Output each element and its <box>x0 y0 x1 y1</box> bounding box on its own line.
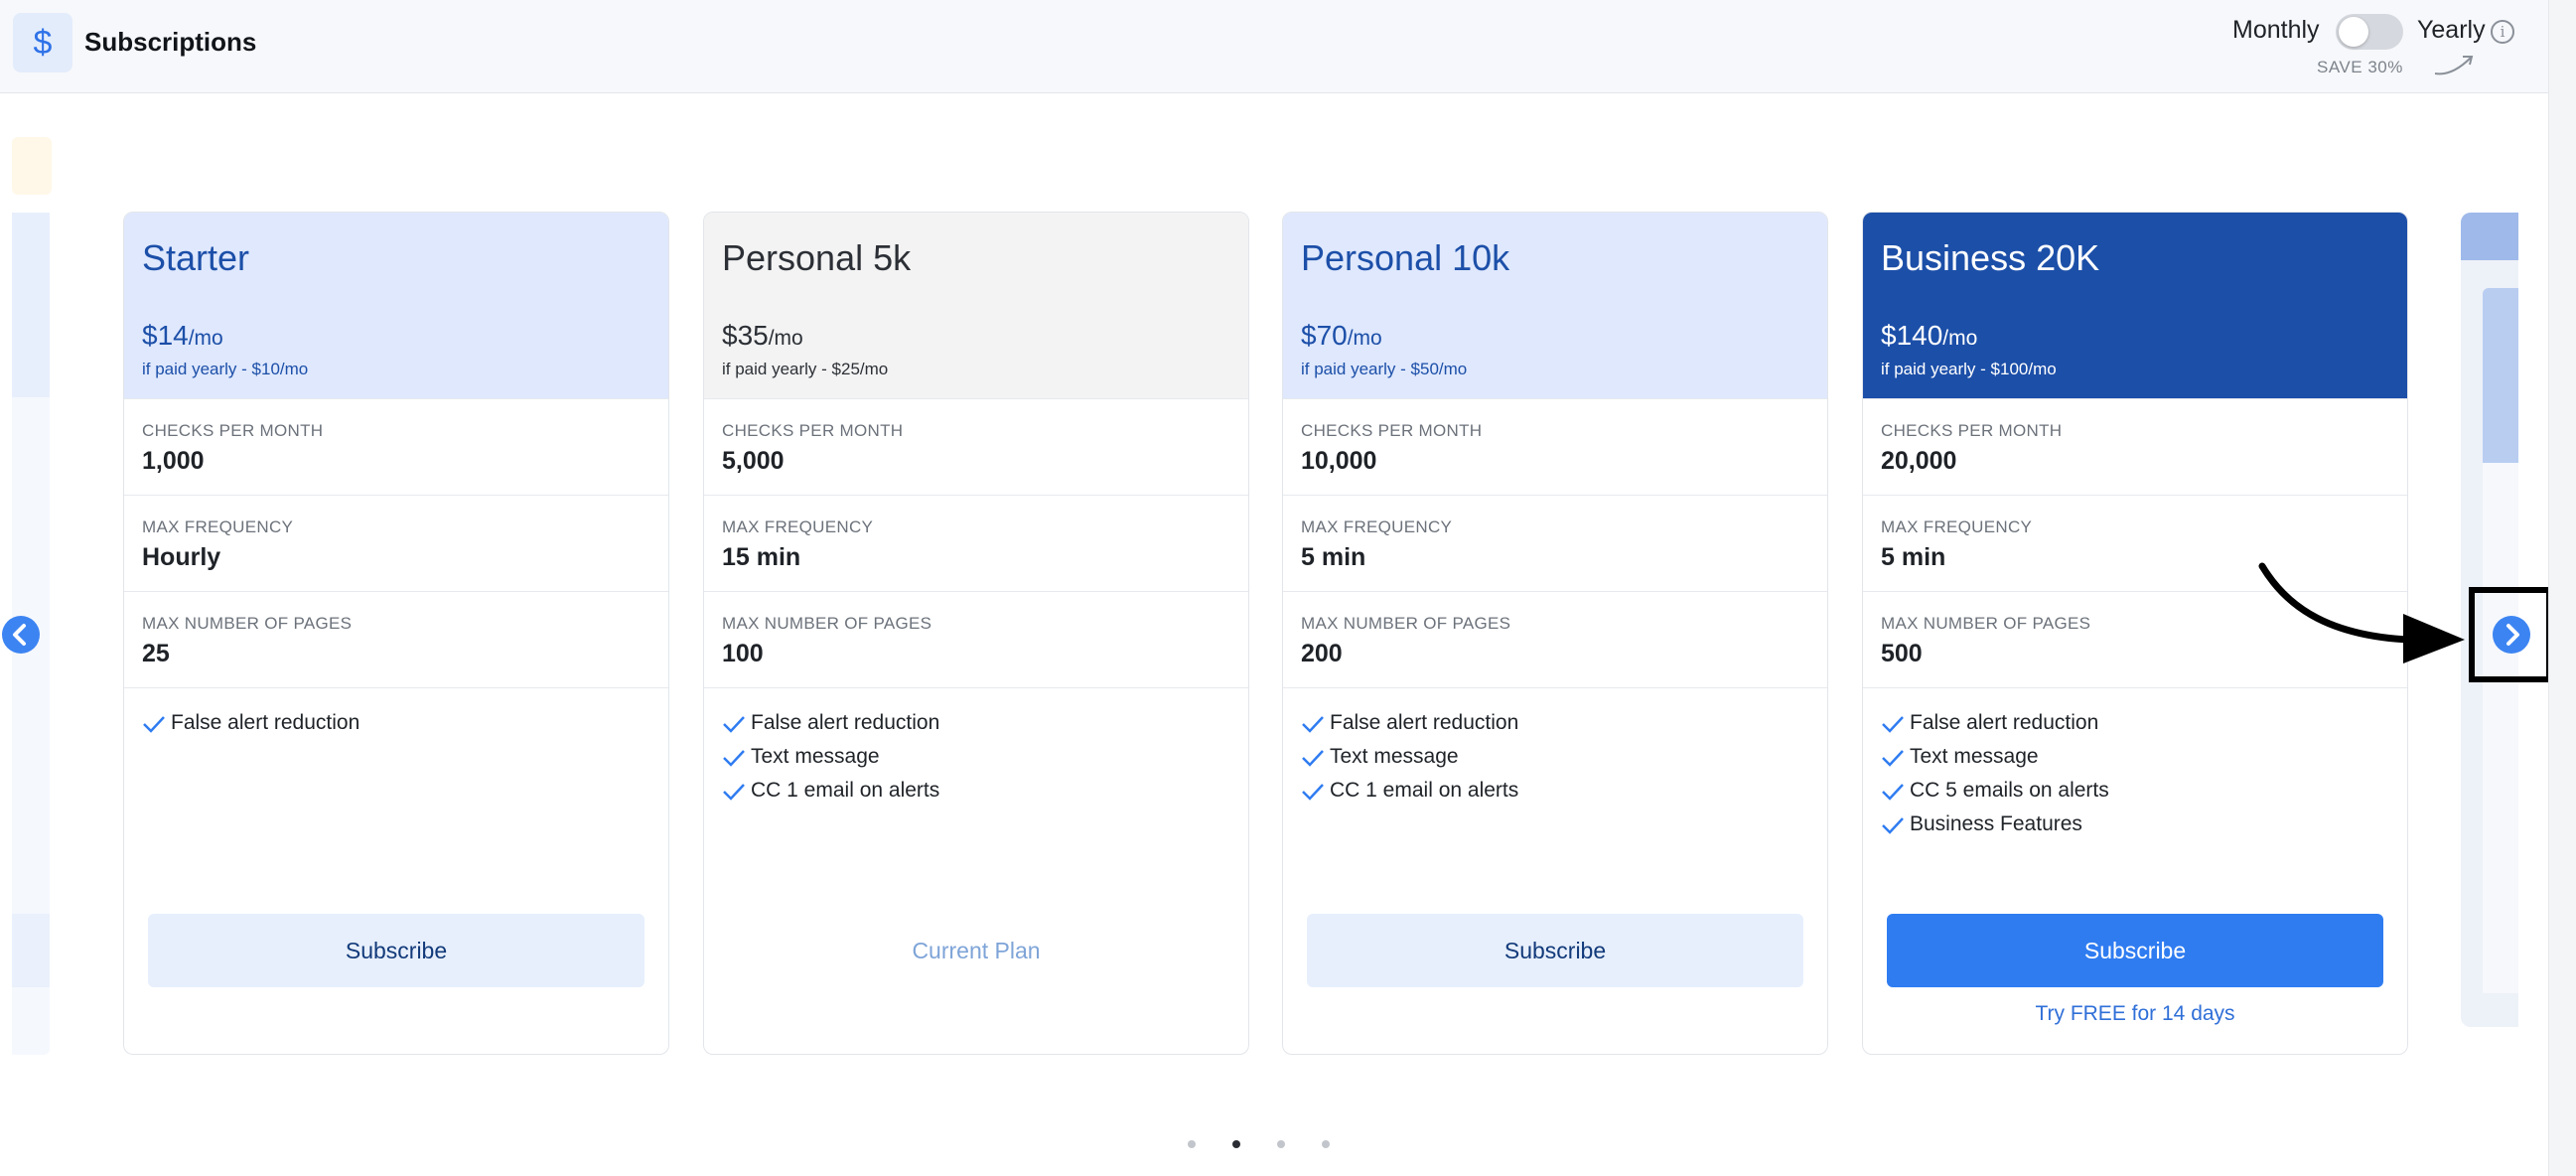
spec-max-pages: MAX NUMBER OF PAGES 25 <box>124 591 668 687</box>
spec-max-frequency: MAX FREQUENCY 15 min <box>704 495 1248 591</box>
spec-checks-per-month: CHECKS PER MONTH 10,000 <box>1283 398 1827 495</box>
plan-price: $70/mo <box>1301 320 1382 351</box>
feature-list: False alert reduction Text message CC 5 … <box>1863 687 2407 845</box>
plan-name: Personal 10k <box>1301 237 1510 278</box>
plan-yearly-price: if paid yearly - $25/mo <box>722 360 889 378</box>
plan-card-personal-10k: Personal 10k $70/mo if paid yearly - $50… <box>1282 212 1828 1055</box>
plan-card-starter: Starter $14/mo if paid yearly - $10/mo C… <box>123 212 669 1055</box>
pagination-dot[interactable] <box>1188 1140 1196 1148</box>
check-icon <box>1302 784 1324 801</box>
plan-card-personal-5k: Personal 5k $35/mo if paid yearly - $25/… <box>703 212 1249 1055</box>
plan-name: Business 20K <box>1881 237 2100 278</box>
toggle-knob <box>2339 17 2368 47</box>
check-icon <box>1882 784 1904 801</box>
spec-checks-per-month: CHECKS PER MONTH 5,000 <box>704 398 1248 495</box>
check-icon <box>1882 716 1904 733</box>
check-icon <box>1882 817 1904 834</box>
plan-name: Personal 5k <box>722 237 912 278</box>
feature-item: False alert reduction <box>124 710 668 744</box>
plan-price: $35/mo <box>722 320 803 351</box>
save-percentage-note: SAVE 30% <box>2317 58 2403 76</box>
chevron-left-icon <box>13 624 26 646</box>
plan-yearly-price: if paid yearly - $10/mo <box>142 360 309 378</box>
annotation-arrow-icon <box>2258 562 2465 663</box>
feature-item: Text message <box>704 744 1248 778</box>
feature-list: False alert reduction Text message CC 1 … <box>704 687 1248 811</box>
peek-card-badge <box>12 137 52 195</box>
pagination-dot[interactable] <box>1322 1140 1330 1148</box>
feature-item: CC 1 email on alerts <box>704 778 1248 811</box>
check-icon <box>723 784 745 801</box>
page-title: Subscriptions <box>84 27 257 57</box>
feature-item: Text message <box>1283 744 1827 778</box>
plan-header: Personal 5k $35/mo if paid yearly - $25/… <box>704 213 1248 398</box>
peek-card-next-header <box>2483 288 2518 463</box>
spec-max-pages: MAX NUMBER OF PAGES 200 <box>1283 591 1827 687</box>
billing-monthly-label[interactable]: Monthly <box>2232 16 2320 45</box>
feature-list: False alert reduction <box>124 687 668 744</box>
plan-yearly-price: if paid yearly - $100/mo <box>1881 360 2057 378</box>
plan-header: Business 20K $140/mo if paid yearly - $1… <box>1863 213 2407 398</box>
billing-period-toggle[interactable] <box>2336 14 2403 50</box>
check-icon <box>1882 750 1904 767</box>
pagination-dot[interactable] <box>1232 1140 1240 1148</box>
spec-checks-per-month: CHECKS PER MONTH 20,000 <box>1863 398 2407 495</box>
feature-item: False alert reduction <box>1283 710 1827 744</box>
dollar-icon: $ <box>13 13 72 73</box>
header-bar: $ Subscriptions Monthly Yearly i SAVE 30… <box>0 0 2548 93</box>
spec-max-pages: MAX NUMBER OF PAGES 100 <box>704 591 1248 687</box>
feature-item: False alert reduction <box>704 710 1248 744</box>
carousel-prev-button[interactable] <box>2 616 40 654</box>
spec-checks-per-month: CHECKS PER MONTH 1,000 <box>124 398 668 495</box>
check-icon <box>723 716 745 733</box>
peek-card-previous-button <box>12 914 50 987</box>
feature-item: False alert reduction <box>1863 710 2407 744</box>
feature-item: CC 5 emails on alerts <box>1863 778 2407 811</box>
plan-price: $14/mo <box>142 320 223 351</box>
annotation-highlight-box <box>2469 587 2552 682</box>
feature-item: Business Features <box>1863 811 2407 845</box>
peek-card-previous-header <box>12 213 50 397</box>
billing-yearly-label[interactable]: Yearly <box>2417 16 2486 45</box>
peek-card-next-body <box>2483 463 2518 993</box>
plan-header: Starter $14/mo if paid yearly - $10/mo <box>124 213 668 398</box>
check-icon <box>143 716 165 733</box>
spec-max-frequency: MAX FREQUENCY 5 min <box>1283 495 1827 591</box>
free-trial-link[interactable]: Try FREE for 14 days <box>1863 1002 2407 1026</box>
subscribe-button[interactable]: Subscribe <box>148 914 644 987</box>
plan-yearly-price: if paid yearly - $50/mo <box>1301 360 1468 378</box>
current-plan-label: Current Plan <box>912 938 1041 963</box>
plan-name: Starter <box>142 237 250 278</box>
feature-list: False alert reduction Text message CC 1 … <box>1283 687 1827 811</box>
check-icon <box>723 750 745 767</box>
spec-max-frequency: MAX FREQUENCY Hourly <box>124 495 668 591</box>
check-icon <box>1302 716 1324 733</box>
pagination-dot[interactable] <box>1277 1140 1285 1148</box>
subscribe-button[interactable]: Subscribe <box>1307 914 1803 987</box>
info-icon[interactable]: i <box>2491 20 2514 44</box>
check-icon <box>1302 750 1324 767</box>
peek-card-next-banner <box>2461 213 2518 260</box>
curved-arrow-icon <box>2434 56 2474 75</box>
feature-item: CC 1 email on alerts <box>1283 778 1827 811</box>
subscribe-button[interactable]: Subscribe <box>1887 914 2383 987</box>
plan-header: Personal 10k $70/mo if paid yearly - $50… <box>1283 213 1827 398</box>
page-scrollbar[interactable] <box>2548 0 2576 1176</box>
plan-price: $140/mo <box>1881 320 1978 351</box>
feature-item: Text message <box>1863 744 2407 778</box>
